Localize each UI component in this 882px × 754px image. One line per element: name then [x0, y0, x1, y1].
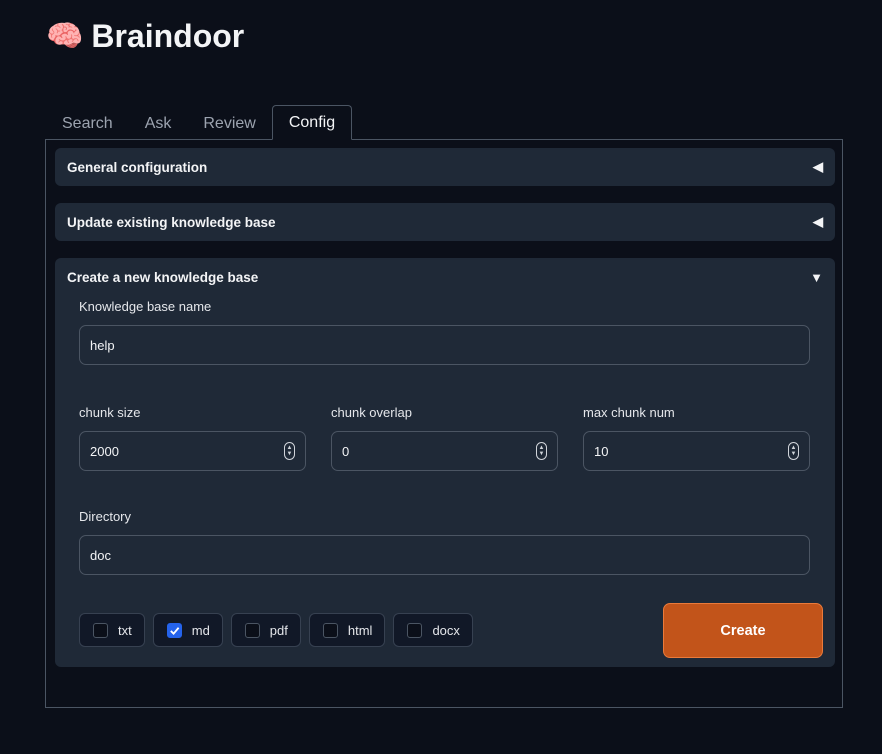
general-config-section: General configuration ◀ — [55, 148, 835, 186]
checkbox-txt[interactable]: txt — [79, 613, 145, 647]
directory-input[interactable]: doc — [79, 535, 810, 575]
checkbox-checked-icon[interactable] — [166, 622, 182, 638]
max-chunk-num-input[interactable]: 10 ▲ ▼ — [583, 431, 810, 471]
max-chunk-num-label: max chunk num — [583, 405, 675, 420]
brain-icon: 🧠 — [46, 19, 84, 53]
chunk-size-input[interactable]: 2000 ▲ ▼ — [79, 431, 306, 471]
tab-search[interactable]: Search — [46, 107, 129, 140]
tab-review[interactable]: Review — [187, 107, 271, 140]
create-button[interactable]: Create — [663, 603, 823, 658]
spinner-icon[interactable]: ▲ ▼ — [536, 442, 547, 460]
app-title-text: Braindoor — [91, 18, 245, 54]
chunk-size-label: chunk size — [79, 405, 141, 420]
update-kb-header[interactable]: Update existing knowledge base ◀ — [55, 203, 835, 241]
checkbox-icon[interactable] — [244, 622, 260, 638]
chunk-size-value: 2000 — [90, 443, 119, 459]
checkbox-icon[interactable] — [322, 622, 338, 638]
chunk-overlap-value: 0 — [342, 443, 350, 459]
collapse-arrow-icon: ◀ — [813, 159, 823, 174]
checkbox-label: txt — [118, 622, 132, 638]
tab-bar: Search Ask Review Config — [46, 105, 353, 140]
kb-name-input[interactable]: help — [79, 325, 810, 365]
checkbox-label: md — [191, 622, 210, 638]
directory-value: doc — [90, 547, 111, 563]
checkbox-label: html — [347, 622, 373, 638]
file-type-checkboxes: txt md pdf html docx — [79, 613, 473, 647]
app-title: 🧠 Braindoor — [46, 18, 244, 55]
update-kb-title: Update existing knowledge base — [67, 214, 276, 230]
checkbox-label: pdf — [269, 622, 288, 638]
general-config-header[interactable]: General configuration ◀ — [55, 148, 835, 186]
checkbox-icon[interactable] — [93, 622, 108, 638]
checkbox-html[interactable]: html — [308, 613, 386, 647]
checkbox-pdf[interactable]: pdf — [230, 613, 301, 647]
kb-name-value: help — [90, 337, 115, 353]
tab-config[interactable]: Config — [271, 105, 353, 140]
spinner-icon[interactable]: ▲ ▼ — [284, 442, 295, 460]
chunk-overlap-input[interactable]: 0 ▲ ▼ — [331, 431, 558, 471]
chunk-overlap-label: chunk overlap — [331, 405, 412, 420]
checkbox-docx[interactable]: docx — [393, 613, 473, 647]
general-config-title: General configuration — [67, 159, 208, 175]
kb-name-label: Knowledge base name — [79, 299, 212, 314]
max-chunk-num-value: 10 — [594, 443, 609, 459]
collapse-arrow-icon: ◀ — [813, 214, 823, 229]
update-kb-section: Update existing knowledge base ◀ — [55, 203, 835, 241]
directory-label: Directory — [79, 509, 132, 524]
checkbox-label: docx — [432, 622, 460, 638]
create-kb-title: Create a new knowledge base — [67, 269, 259, 285]
create-kb-header[interactable]: Create a new knowledge base ▼ — [55, 258, 835, 296]
checkbox-icon[interactable] — [407, 622, 423, 638]
spinner-icon[interactable]: ▲ ▼ — [788, 442, 799, 460]
tab-ask[interactable]: Ask — [129, 107, 188, 140]
checkbox-md[interactable]: md — [152, 613, 223, 647]
expand-arrow-icon: ▼ — [810, 269, 823, 285]
